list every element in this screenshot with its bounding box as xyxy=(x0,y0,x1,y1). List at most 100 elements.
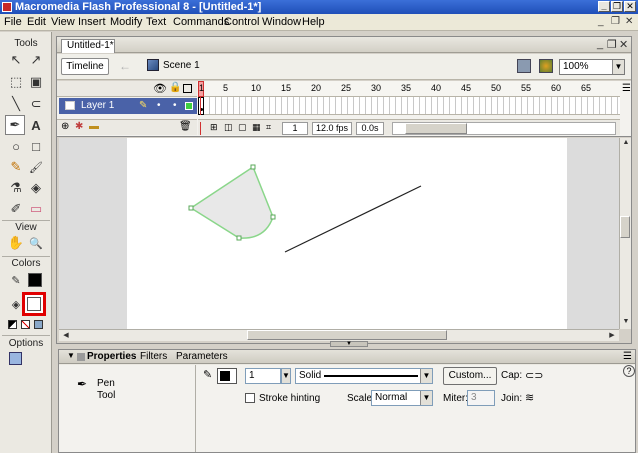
rectangle-tool-icon[interactable]: □ xyxy=(26,136,46,156)
eyedropper-tool-icon[interactable]: ✐ xyxy=(6,199,26,219)
menu-edit[interactable]: Edit xyxy=(27,16,46,28)
timeline-menu-icon[interactable]: ☰ xyxy=(622,83,631,94)
menu-view[interactable]: View xyxy=(51,16,75,28)
oval-tool-icon[interactable]: ○ xyxy=(6,136,26,156)
frame-ruler[interactable]: 1 5 10 15 20 25 30 35 40 45 50 55 60 65 xyxy=(198,81,620,97)
menu-help[interactable]: Help xyxy=(302,16,325,28)
lock-icon[interactable]: 🔒 xyxy=(169,82,181,93)
stroke-color-button[interactable] xyxy=(217,368,237,384)
edit-multiple-frames-icon[interactable]: ▦ xyxy=(252,122,261,133)
panel-close-icon[interactable]: ✕ xyxy=(619,38,628,51)
gradient-transform-tool-icon[interactable]: ▣ xyxy=(26,72,46,92)
tab-parameters[interactable]: Parameters xyxy=(176,351,228,362)
custom-stroke-button[interactable]: Custom... xyxy=(443,367,497,385)
menu-commands[interactable]: Commands xyxy=(173,16,229,28)
stroke-height-input[interactable]: 1 xyxy=(245,368,281,384)
panel-splitter-grip[interactable]: ▼ xyxy=(330,341,368,347)
swap-colors-icon[interactable] xyxy=(34,320,43,329)
menu-window[interactable]: Window xyxy=(262,16,301,28)
text-tool-icon[interactable]: A xyxy=(26,115,46,135)
layer-name[interactable]: Layer 1 xyxy=(81,98,114,114)
doc-restore-button[interactable]: ❐ xyxy=(611,16,620,27)
stage-hscrollbar[interactable]: ◀ ▶ xyxy=(59,329,619,341)
pencil-tool-icon[interactable]: ✎ xyxy=(6,157,26,177)
lasso-tool-icon[interactable]: ⊂ xyxy=(26,94,46,114)
minimize-button[interactable]: _ xyxy=(598,1,610,12)
menu-modify[interactable]: Modify xyxy=(110,16,142,28)
hscroll-thumb[interactable] xyxy=(247,330,447,340)
zoom-tool-icon[interactable]: 🔍 xyxy=(26,233,46,253)
no-color-icon[interactable] xyxy=(21,320,30,329)
line-tool-icon[interactable]: ╲ xyxy=(6,94,26,114)
scroll-up-icon[interactable]: ▲ xyxy=(621,139,631,146)
stroke-hinting-checkbox[interactable] xyxy=(245,393,255,403)
doc-minimize-button[interactable]: _ xyxy=(598,16,604,27)
stroke-height-dropdown[interactable]: ▼ xyxy=(281,368,291,384)
panel-gripper-icon[interactable] xyxy=(77,353,85,361)
add-motion-guide-icon[interactable]: ✱ xyxy=(75,121,83,132)
panel-minimize-icon[interactable]: _ xyxy=(597,38,603,50)
fill-color-swatch[interactable] xyxy=(22,292,46,316)
trash-icon[interactable]: 🗑 xyxy=(179,121,192,132)
arrow-tool-icon[interactable]: ↖ xyxy=(6,50,26,70)
stroke-style-select[interactable]: Solid ▼ xyxy=(295,368,433,384)
maximize-button[interactable]: ❐ xyxy=(611,1,623,12)
menu-text[interactable]: Text xyxy=(146,16,166,28)
pasteboard[interactable] xyxy=(59,138,619,329)
close-button[interactable]: ✕ xyxy=(624,1,636,12)
menu-insert[interactable]: Insert xyxy=(78,16,106,28)
free-transform-tool-icon[interactable]: ⬚ xyxy=(6,72,26,92)
edit-scene-icon[interactable] xyxy=(517,59,531,73)
subselect-tool-icon[interactable]: ↗ xyxy=(26,50,46,70)
help-icon[interactable]: ? xyxy=(623,365,635,377)
frames-grid[interactable] xyxy=(198,97,620,115)
brush-tool-icon[interactable]: 🖌 xyxy=(26,157,46,177)
menu-control[interactable]: Control xyxy=(224,16,259,28)
zoom-select[interactable]: 100% ▼ xyxy=(559,59,625,75)
eraser-tool-icon[interactable]: ▭ xyxy=(26,199,46,219)
scroll-down-icon[interactable]: ▼ xyxy=(621,318,631,325)
outline-icon[interactable] xyxy=(183,84,192,93)
tab-filters[interactable]: Filters xyxy=(140,351,167,362)
vscroll-thumb[interactable] xyxy=(620,216,630,238)
hand-tool-icon[interactable]: ✋ xyxy=(6,233,26,253)
pen-shape[interactable] xyxy=(189,165,274,239)
frame-rate-field[interactable]: 12.0 fps xyxy=(312,122,352,135)
ink-bottle-tool-icon[interactable]: ⚗ xyxy=(6,178,26,198)
panel-restore-icon[interactable]: ❐ xyxy=(607,38,617,51)
anchor-point[interactable] xyxy=(188,205,194,211)
onion-skin-icon[interactable]: ◫ xyxy=(224,122,233,133)
layer-row[interactable]: Layer 1 ✎ • • xyxy=(59,98,197,114)
panel-menu-icon[interactable]: ☰ xyxy=(623,351,632,362)
center-frame-icon[interactable]: ⊞ xyxy=(210,122,218,133)
insert-layer-icon[interactable]: ⊕ xyxy=(61,121,69,132)
elapsed-time-field[interactable]: 0.0s xyxy=(356,122,384,135)
edit-symbols-icon[interactable] xyxy=(539,59,553,73)
timeline-scroll-thumb[interactable] xyxy=(405,123,467,134)
stroke-line[interactable] xyxy=(284,185,422,253)
miter-input[interactable]: 3 xyxy=(467,390,495,406)
anchor-point[interactable] xyxy=(270,214,276,220)
anchor-point[interactable] xyxy=(250,164,256,170)
anchor-point[interactable] xyxy=(236,235,242,241)
doc-close-button[interactable]: ✕ xyxy=(625,16,633,27)
join-style-icon[interactable]: ≋ xyxy=(525,391,534,404)
insert-folder-icon[interactable]: ▬ xyxy=(89,121,99,132)
keyframe-cell[interactable] xyxy=(198,97,204,115)
scale-select[interactable]: Normal ▼ xyxy=(371,390,433,406)
document-tab[interactable]: Untitled-1* xyxy=(61,39,115,53)
cap-style-icon[interactable]: ⊂⊃ xyxy=(525,369,543,382)
scroll-right-icon[interactable]: ▶ xyxy=(607,331,617,339)
collapse-arrow-icon[interactable]: ▼ xyxy=(67,351,75,360)
eye-icon[interactable]: 👁 xyxy=(153,82,167,95)
scene-name[interactable]: Scene 1 xyxy=(163,60,200,71)
modify-markers-icon[interactable]: ⌗ xyxy=(266,122,271,133)
default-colors-icon[interactable] xyxy=(8,320,17,329)
timeline-hscrollbar[interactable] xyxy=(392,122,616,135)
onion-outlines-icon[interactable]: ▢ xyxy=(238,122,247,133)
layer-visible-dot[interactable]: • xyxy=(157,98,161,114)
back-arrow-icon[interactable]: ← xyxy=(119,59,131,73)
snap-option-icon[interactable] xyxy=(9,352,22,365)
layer-lock-dot[interactable]: • xyxy=(173,98,177,114)
timeline-toggle-button[interactable]: Timeline xyxy=(61,58,109,75)
